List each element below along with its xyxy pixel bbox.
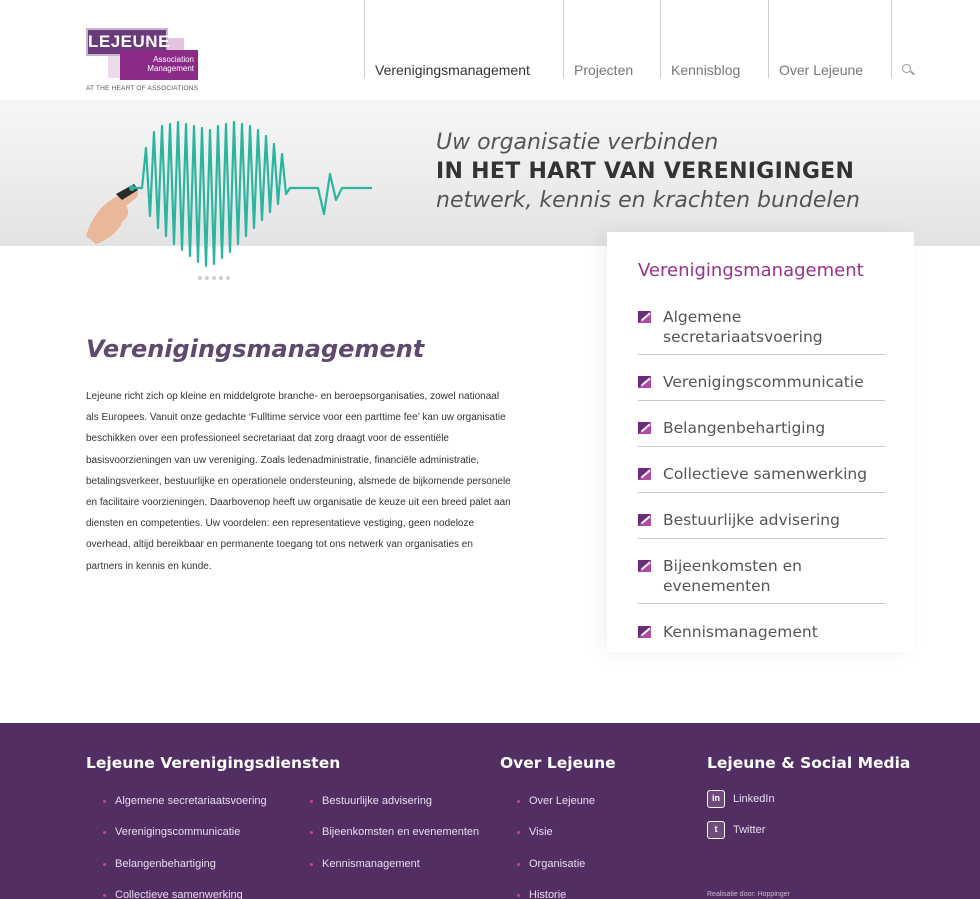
bullet-arrow-icon xyxy=(638,514,651,526)
site-footer: Lejeune Verenigingsdiensten Over Lejeune… xyxy=(0,723,980,899)
footer-link-kennismanagement[interactable]: Kennismanagement xyxy=(310,858,420,870)
logo-subtitle-line1: Association xyxy=(153,55,194,64)
sidebar-item-label: Bestuurlijke advisering xyxy=(663,511,840,529)
twitter-icon[interactable]: t xyxy=(707,821,725,839)
hero-line-2: IN HET HART VAN VERENIGINGEN xyxy=(436,159,855,184)
footer-link-bestuurlijke-advisering[interactable]: Bestuurlijke advisering xyxy=(310,795,432,807)
sidebar-item-label: Belangenbehartiging xyxy=(663,419,826,437)
nav-item-verenigingsmanagement[interactable]: Verenigingsmanagement xyxy=(364,0,563,78)
sidebar-item-belangenbehartiging[interactable]: Belangenbehartiging xyxy=(638,418,885,447)
sidebar-item-collectieve-samenwerking[interactable]: Collectieve samenwerking xyxy=(638,464,885,493)
heartbeat-line xyxy=(132,120,372,268)
hand-with-pen-icon xyxy=(86,184,139,244)
sidebar-menu: Verenigingsmanagement Algemene secretari… xyxy=(607,232,914,652)
bullet-arrow-icon xyxy=(638,468,651,480)
footer-link-historie[interactable]: Historie xyxy=(517,889,566,899)
logo-tagline: AT THE HEART OF ASSOCIATIONS xyxy=(86,85,199,92)
social-label[interactable]: Twitter xyxy=(733,824,765,836)
page-title: Verenigingsmanagement xyxy=(86,335,425,363)
search-icon-handle xyxy=(910,70,915,76)
social-label[interactable]: LinkedIn xyxy=(733,793,775,805)
sidebar-item-label: Kennismanagement xyxy=(663,623,818,641)
heartbeat-illustration xyxy=(86,120,372,280)
sidebar-item-verenigingscommunicatie[interactable]: Verenigingscommunicatie xyxy=(638,372,885,401)
nav-item-projecten[interactable]: Projecten xyxy=(563,0,660,78)
footer-heading-over: Over Lejeune xyxy=(500,754,616,772)
footer-social-twitter[interactable]: t Twitter xyxy=(707,821,765,839)
bullet-arrow-icon xyxy=(638,376,651,388)
sidebar-title: Verenigingsmanagement xyxy=(638,260,864,281)
intro-paragraph: Lejeune richt zich op kleine en middelgr… xyxy=(86,391,511,572)
footer-link-collectieve-samenwerking[interactable]: Collectieve samenwerking xyxy=(103,889,243,899)
carousel-dots xyxy=(198,276,230,280)
sidebar-item-algemene-secretariaatsvoering[interactable]: Algemene secretariaatsvoering xyxy=(638,307,885,355)
logo-subtitle: Association Management xyxy=(120,50,198,80)
footer-link-algemene-secretariaatsvoering[interactable]: Algemene secretariaatsvoering xyxy=(103,795,267,807)
footer-link-organisatie[interactable]: Organisatie xyxy=(517,858,585,870)
logo-subtitle-line2: Management xyxy=(147,64,194,73)
sidebar-item-bestuurlijke-advisering[interactable]: Bestuurlijke advisering xyxy=(638,510,885,539)
nav-search[interactable] xyxy=(891,0,921,78)
footer-link-belangenbehartiging[interactable]: Belangenbehartiging xyxy=(103,858,216,870)
lejeune-logo[interactable]: LEJEUNE Association Management AT THE HE… xyxy=(86,28,201,94)
footer-link-over-lejeune[interactable]: Over Lejeune xyxy=(517,795,595,807)
hero-line-1: Uw organisatie verbinden xyxy=(436,130,719,155)
footer-link-verenigingscommunicatie[interactable]: Verenigingscommunicatie xyxy=(103,826,240,838)
sidebar-item-label: Collectieve samenwerking xyxy=(663,465,868,483)
bullet-arrow-icon xyxy=(638,311,651,323)
footer-link-bijeenkomsten-en-evenementen[interactable]: Bijeenkomsten en evenementen xyxy=(310,826,479,838)
hero-text: Uw organisatie verbinden IN HET HART VAN… xyxy=(436,130,860,213)
sidebar-item-label: Verenigingscommunicatie xyxy=(663,373,864,391)
footer-credit[interactable]: Realisatie door: Hoppinger xyxy=(707,891,790,898)
linkedin-icon[interactable]: in xyxy=(707,790,725,808)
footer-link-visie[interactable]: Visie xyxy=(517,826,553,838)
sidebar-item-label: Algemene secretariaatsvoering xyxy=(663,308,823,346)
site-header: LEJEUNE Association Management AT THE HE… xyxy=(0,0,980,100)
sidebar-item-bijeenkomsten-en-evenementen[interactable]: Bijeenkomsten en evenementen xyxy=(638,556,885,604)
sidebar-item-kennismanagement[interactable]: Kennismanagement xyxy=(638,622,885,646)
footer-social-linkedin[interactable]: in LinkedIn xyxy=(707,790,775,808)
nav-item-kennisblog[interactable]: Kennisblog xyxy=(660,0,768,78)
bullet-arrow-icon xyxy=(638,560,651,572)
footer-heading-social: Lejeune & Social Media xyxy=(707,754,911,772)
nav-item-over-lejeune[interactable]: Over Lejeune xyxy=(768,0,891,78)
hero-line-3: netwerk, kennis en krachten bundelen xyxy=(436,188,860,213)
bullet-arrow-icon xyxy=(638,626,651,638)
sidebar-item-label: Bijeenkomsten en evenementen xyxy=(663,557,802,595)
bullet-arrow-icon xyxy=(638,422,651,434)
footer-heading-diensten: Lejeune Verenigingsdiensten xyxy=(86,754,341,772)
